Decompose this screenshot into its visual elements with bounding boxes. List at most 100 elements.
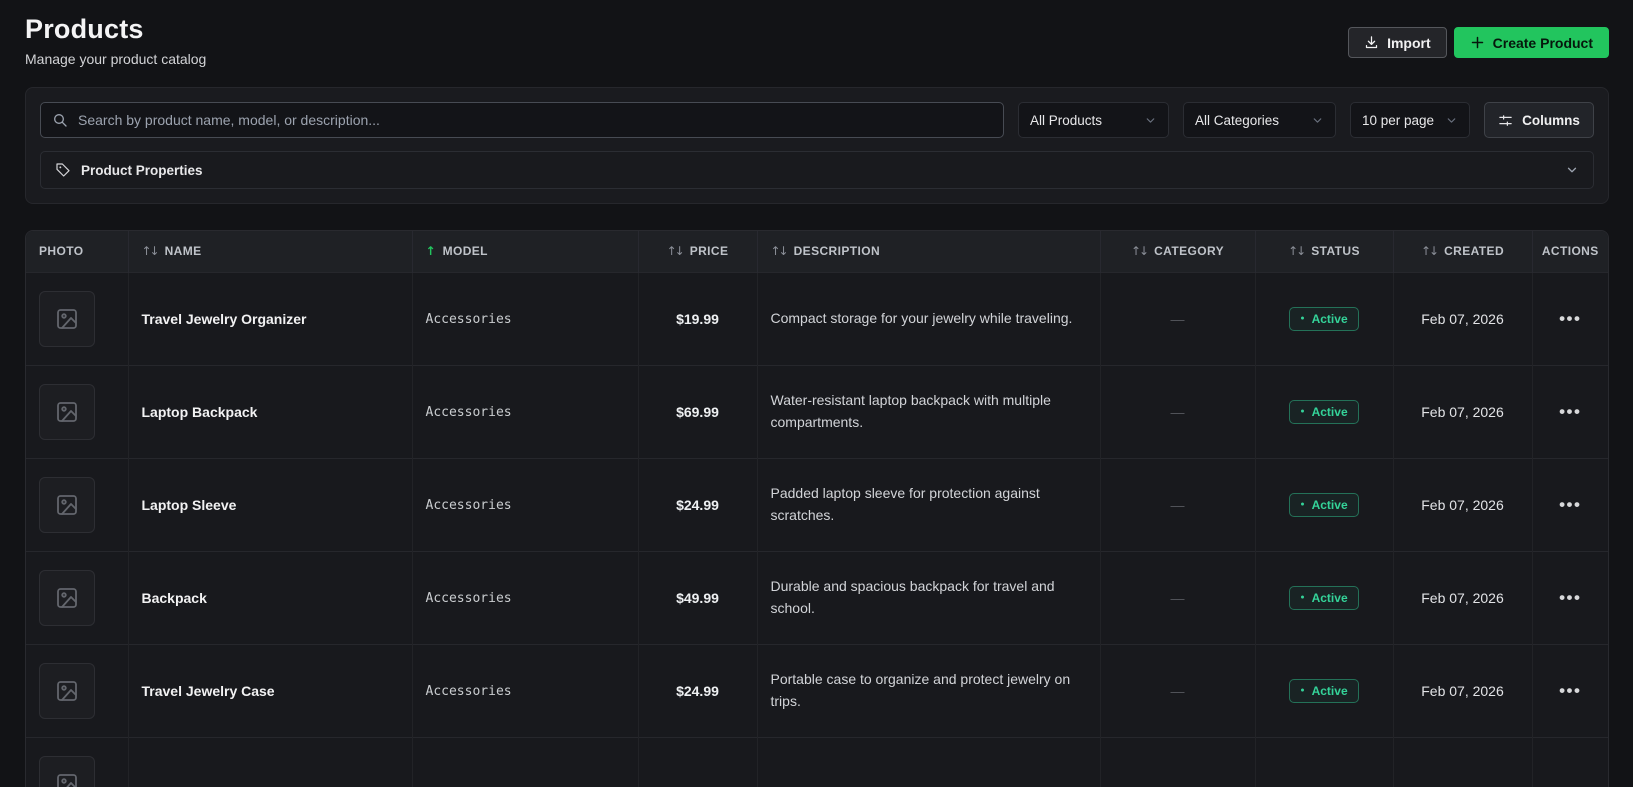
status-dot-icon: ● [1300,687,1305,694]
products-table: Photo ↑↓ Name ↑ Model ↑↓ Price ↑↓ Description ↑↓ C… [25,230,1609,787]
sort-icon: ↑↓ [141,244,160,259]
sort-icon: ↑↓ [666,244,685,259]
column-header-model[interactable]: ↑ Model [412,231,639,272]
product-name: Backpack [141,589,207,606]
column-label: Photo [39,244,84,259]
table-row: Laptop Sleeve Accessories $24.99 Padded … [26,457,1608,551]
chevron-down-icon [1565,163,1579,177]
product-model: Accessories [425,405,512,420]
product-created-date: Feb 07, 2026 [1421,310,1504,327]
column-header-description[interactable]: ↑↓ Description [757,231,1101,272]
product-description: Portable case to organize and protect je… [770,670,1071,709]
filter-panel: All Products All Categories 10 per page … [25,87,1609,204]
row-actions-button[interactable]: ••• [1559,310,1581,327]
categories-filter-dropdown[interactable]: All Categories [1183,102,1336,138]
product-category: — [1170,682,1185,699]
product-category: — [1170,589,1185,606]
column-label: Status [1311,244,1360,259]
row-actions-button[interactable]: ••• [1559,403,1581,420]
status-badge: ● Active [1289,492,1359,517]
sort-icon: ↑↓ [1288,244,1306,259]
sort-icon: ↑↓ [770,244,789,259]
product-description: Compact storage for your jewelry while t… [770,309,1073,326]
product-model: Accessories [425,312,512,327]
image-icon [55,307,79,331]
image-icon [55,400,79,424]
products-filter-dropdown[interactable]: All Products [1018,102,1169,138]
column-header-created[interactable]: ↑↓ Created [1393,231,1533,272]
products-filter-value: All Products [1030,112,1103,128]
photo-placeholder [39,290,95,347]
page-size-dropdown[interactable]: 10 per page [1350,102,1470,138]
create-product-button[interactable]: Create Product [1453,27,1609,58]
product-price: $49.99 [676,589,719,606]
status-label: Active [1311,683,1348,698]
status-dot-icon: ● [1300,408,1305,415]
table-row: Travel Jewelry Organizer Accessories $19… [26,271,1608,365]
product-price: $69.99 [676,403,719,420]
chevron-down-icon [1311,114,1324,127]
columns-button[interactable]: Columns [1484,102,1594,138]
status-label: Active [1311,590,1348,605]
column-label: Description [793,244,881,259]
image-icon [55,493,79,517]
page-size-value: 10 per page [1362,112,1435,128]
product-properties-toggle[interactable]: Product Properties [40,151,1594,189]
photo-placeholder [39,662,95,719]
product-price: $19.99 [676,310,719,327]
sort-icon: ↑↓ [1131,244,1149,259]
column-header-category[interactable]: ↑↓ Category [1100,231,1256,272]
status-badge: ● Active [1289,585,1359,610]
product-created-date: Feb 07, 2026 [1421,496,1504,513]
status-label: Active [1311,404,1348,419]
status-dot-icon: ● [1300,594,1305,601]
chevron-down-icon [1144,114,1157,127]
row-actions-button[interactable]: ••• [1559,682,1581,699]
title-block: Products Manage your product catalog [25,14,206,67]
product-category: — [1170,310,1185,327]
column-label: Model [442,244,488,259]
column-header-price[interactable]: ↑↓ Price [638,231,758,272]
product-properties-label: Product Properties [81,162,203,178]
filter-row: All Products All Categories 10 per page … [40,102,1594,138]
table-row-partial [26,736,1608,787]
row-actions-button[interactable]: ••• [1559,496,1581,513]
table-row: Backpack Accessories $49.99 Durable and … [26,550,1608,644]
table-header-row: Photo ↑↓ Name ↑ Model ↑↓ Price ↑↓ Description ↑↓ C… [26,231,1608,272]
import-button-label: Import [1387,34,1431,51]
column-header-status[interactable]: ↑↓ Status [1255,231,1394,272]
photo-placeholder [39,383,95,440]
product-name: Travel Jewelry Case [141,682,275,699]
column-label: Price [689,244,729,259]
column-label: Name [164,244,202,259]
photo-placeholder [39,569,95,626]
status-badge: ● Active [1289,678,1359,703]
table-body: Travel Jewelry Organizer Accessories $19… [26,271,1608,787]
toolbar-actions: Import Create Product [1348,27,1609,58]
column-header-photo: Photo [26,231,129,272]
product-name: Laptop Backpack [141,403,258,420]
column-header-actions: Actions [1532,231,1608,272]
search-input[interactable] [40,102,1004,138]
image-icon [55,679,79,703]
product-created-date: Feb 07, 2026 [1421,589,1504,606]
import-button[interactable]: Import [1348,27,1447,58]
product-model: Accessories [425,498,512,513]
tag-icon [55,162,71,178]
table-row: Travel Jewelry Case Accessories $24.99 P… [26,643,1608,737]
page-title: Products [25,14,144,44]
chevron-down-icon [1445,114,1458,127]
product-created-date: Feb 07, 2026 [1421,682,1504,699]
image-icon [55,772,79,787]
product-description: Durable and spacious backpack for travel… [770,577,1055,616]
product-name: Laptop Sleeve [141,496,237,513]
sort-icon: ↑↓ [1420,244,1439,259]
row-actions-button[interactable]: ••• [1559,589,1581,606]
column-label: Actions [1541,244,1599,259]
product-category: — [1170,496,1185,513]
page-header: Products Manage your product catalog Imp… [0,0,1633,67]
column-header-name[interactable]: ↑↓ Name [128,231,413,272]
photo-placeholder [39,755,95,787]
column-label: Category [1154,244,1224,259]
download-icon [1364,35,1379,50]
